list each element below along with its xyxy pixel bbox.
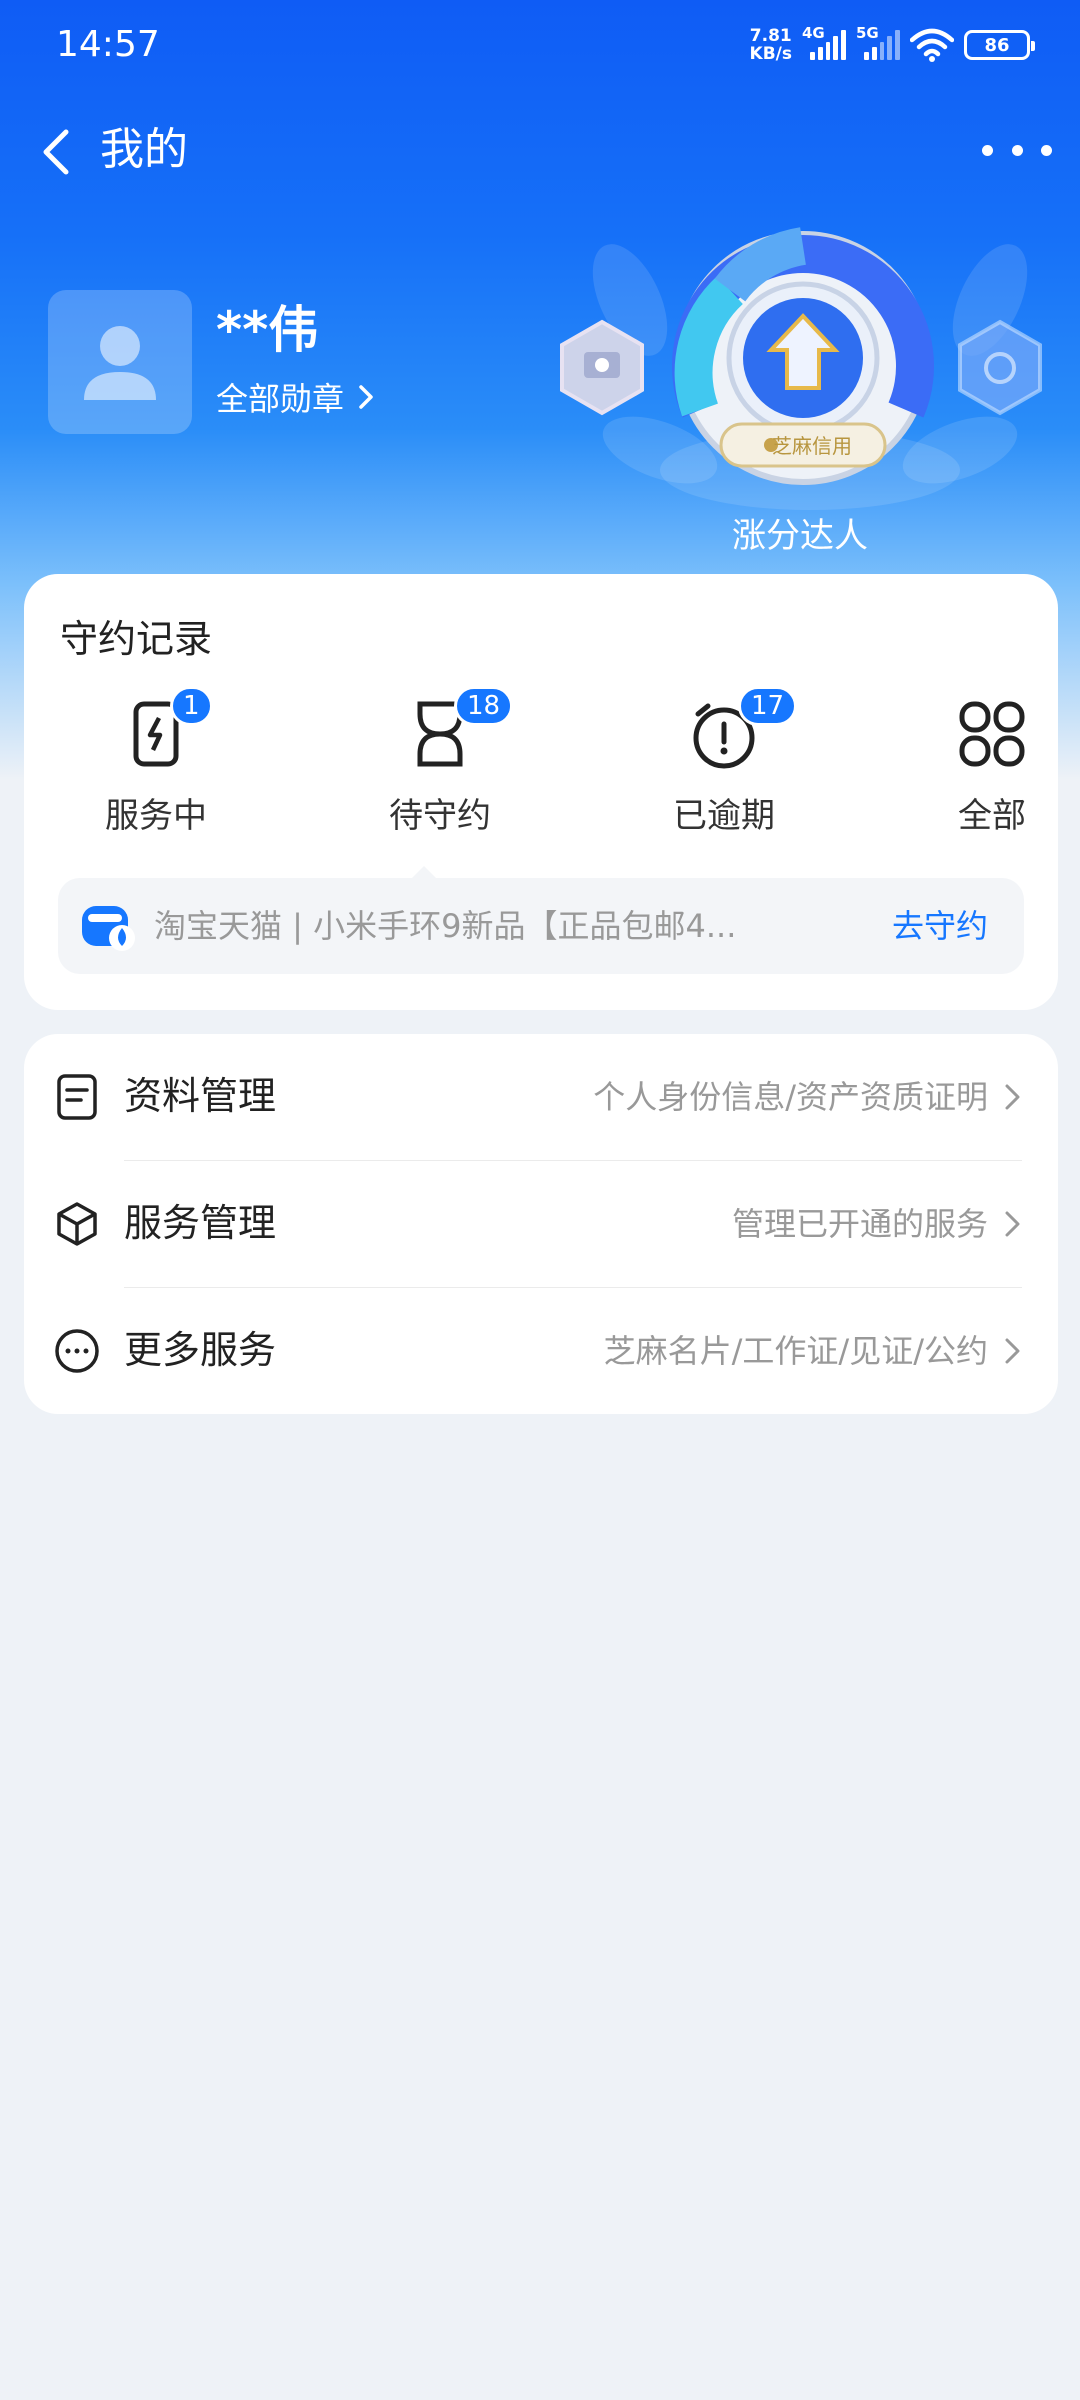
chevron-right-icon xyxy=(1005,1338,1020,1364)
grid-icon xyxy=(959,701,1025,767)
more-dot xyxy=(982,144,993,156)
wifi-icon xyxy=(910,28,954,62)
count-badge: 18 xyxy=(454,686,514,726)
user-name: **伟 xyxy=(216,301,319,359)
badge-logo-text: 芝麻信用 xyxy=(772,434,852,458)
menu-item-service-management[interactable]: 服务管理 管理已开通的服务 xyxy=(24,1161,1058,1287)
user-icon xyxy=(84,326,156,400)
battery-icon: 86 xyxy=(964,30,1035,60)
network-speed-unit: KB/s xyxy=(749,44,792,64)
signal-5g-label: 5G xyxy=(856,24,879,42)
tab-in-service[interactable]: 1 服务中 xyxy=(76,686,236,836)
menu-item-profile-data[interactable]: 资料管理 个人身份信息/资产资质证明 xyxy=(24,1034,1058,1160)
records-title: 守约记录 xyxy=(60,617,213,661)
tab-label: 已逾期 xyxy=(673,796,775,836)
menu-item-desc: 管理已开通的服务 xyxy=(731,1205,988,1243)
cube-icon xyxy=(57,1202,97,1246)
back-button[interactable] xyxy=(28,122,88,182)
taobao-cart-icon xyxy=(82,906,135,951)
menu-item-desc: 个人身份信息/资产资质证明 xyxy=(593,1078,988,1116)
chevron-right-icon xyxy=(1005,1211,1020,1237)
menu-card: 资料管理 个人身份信息/资产资质证明 服务管理 管理已开通的服务 更多服务 芝麻… xyxy=(24,1034,1058,1414)
status-time: 14:57 xyxy=(56,24,160,65)
menu-item-desc: 芝麻名片/工作证/见证/公约 xyxy=(603,1332,988,1370)
more-circle-icon xyxy=(55,1329,99,1373)
tab-label: 全部 xyxy=(958,796,1026,836)
count-badge: 17 xyxy=(738,686,798,726)
more-dot xyxy=(1041,144,1052,156)
tab-all[interactable]: 全部 xyxy=(912,694,1072,836)
all-badges-link[interactable]: 全部勋章 xyxy=(216,374,374,420)
menu-item-more-services[interactable]: 更多服务 芝麻名片/工作证/见证/公约 xyxy=(24,1288,1058,1414)
avatar[interactable] xyxy=(48,290,192,434)
chevron-right-icon xyxy=(359,385,373,409)
network-speed: 7.81 KB/s xyxy=(750,27,792,63)
more-dot xyxy=(1011,144,1023,156)
document-icon xyxy=(57,1074,97,1120)
battery-level: 86 xyxy=(984,34,1010,56)
status-icons: 7.81 KB/s 4G 5G 86 xyxy=(750,22,1035,68)
zhima-gauge-badge: 芝麻信用 xyxy=(672,227,934,485)
menu-item-title: 服务管理 xyxy=(124,1201,277,1245)
tab-pending[interactable]: 18 待守约 xyxy=(360,686,520,836)
menu-item-title: 更多服务 xyxy=(124,1328,277,1372)
go-fulfill-button[interactable]: 去守约 xyxy=(892,904,988,948)
notice-text: 淘宝天猫 | 小米手环9新品【正品包邮4... xyxy=(154,907,737,945)
badge-caption: 涨分达人 xyxy=(732,516,868,556)
status-bar: 14:57 7.81 KB/s 4G 5G 86 xyxy=(0,0,1080,90)
signal-4g-label: 4G xyxy=(802,24,825,42)
tab-label: 服务中 xyxy=(105,796,207,836)
menu-item-title: 资料管理 xyxy=(124,1074,277,1118)
network-speed-value: 7.81 xyxy=(749,26,792,46)
tab-overdue[interactable]: 17 已逾期 xyxy=(644,686,804,836)
chevron-left-icon xyxy=(43,129,69,175)
signal-4g-icon: 4G xyxy=(802,24,846,60)
tab-label: 待守约 xyxy=(389,796,491,836)
page-title: 我的 xyxy=(100,124,188,175)
chevron-right-icon xyxy=(1005,1084,1020,1110)
all-badges-label: 全部勋章 xyxy=(216,380,345,418)
records-card: 守约记录 1 服务中 18 待守约 17 已逾期 全部 淘宝天猫 | 小米手环9… xyxy=(24,574,1058,1010)
nav-bar: 我的 xyxy=(0,110,1080,190)
pending-notice[interactable]: 淘宝天猫 | 小米手环9新品【正品包邮4... 去守约 xyxy=(58,878,1024,974)
count-badge: 1 xyxy=(170,686,213,726)
signal-5g-icon: 5G xyxy=(856,24,900,60)
more-button[interactable] xyxy=(982,130,1052,170)
